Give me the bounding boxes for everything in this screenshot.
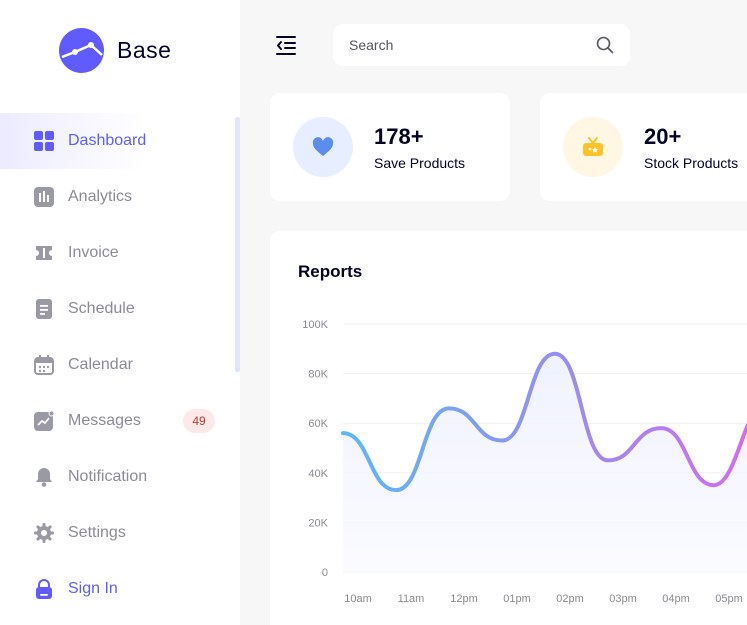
sidebar-item-messages[interactable]: Messages 49 — [0, 393, 240, 449]
data-point — [605, 457, 611, 463]
sidebar-item-label: Dashboard — [68, 132, 147, 149]
y-tick-label: 0 — [322, 567, 328, 579]
chat-chart-icon — [33, 410, 55, 432]
stat-label: Save Products — [374, 154, 466, 171]
data-point — [711, 482, 717, 488]
menu-collapse-icon — [276, 36, 296, 55]
y-tick-label: 100K — [302, 319, 328, 331]
x-tick-label: 12pm — [450, 593, 478, 605]
data-point — [499, 438, 505, 444]
gift-icon — [563, 117, 623, 177]
sidebar-item-label: Settings — [68, 524, 126, 541]
x-tick-label: 05pm — [715, 593, 743, 605]
y-tick-label: 40K — [308, 468, 328, 480]
series-area — [343, 353, 747, 572]
search-bar — [333, 24, 630, 66]
grid-icon — [33, 130, 55, 152]
x-tick-label: 03pm — [609, 593, 637, 605]
x-tick-label: 11am — [398, 593, 425, 605]
sidebar-item-label: Schedule — [68, 300, 135, 317]
sidebar-item-settings[interactable]: Settings — [0, 505, 240, 561]
stat-card-stock-products[interactable]: 20+ Stock Products — [540, 93, 747, 201]
sidebar-scrollbar-thumb[interactable] — [235, 117, 240, 372]
stat-card-save-products[interactable]: 178+ Save Products — [270, 93, 510, 201]
x-tick-label: 01pm — [503, 593, 531, 605]
reports-panel: Reports 100K 80K 60K 40K 20K 0 10am 11am 12pm 01p… — [270, 231, 747, 625]
lock-icon — [33, 578, 55, 600]
stat-value: 178+ — [374, 123, 424, 149]
menu-toggle-button[interactable] — [275, 34, 297, 56]
search-input[interactable] — [349, 37, 596, 53]
sidebar-item-label: Invoice — [68, 244, 119, 261]
sidebar-item-notification[interactable]: Notification — [0, 449, 240, 505]
bar-chart-icon — [33, 186, 55, 208]
sidebar-item-label: Sign In — [68, 580, 118, 597]
sidebar-item-schedule[interactable]: Schedule — [0, 281, 240, 337]
heart-icon — [293, 117, 353, 177]
x-tick-label: 10am — [344, 593, 372, 605]
reports-line-chart[interactable]: 100K 80K 60K 40K 20K 0 10am 11am 12pm 01pm 02pm 03p… — [270, 231, 747, 625]
y-tick-label: 60K — [308, 418, 328, 430]
data-point — [658, 425, 664, 431]
sidebar-item-dashboard[interactable]: Dashboard — [0, 113, 240, 169]
sidebar-item-sign-in[interactable]: Sign In — [0, 561, 240, 617]
document-icon — [33, 298, 55, 320]
sidebar-item-invoice[interactable]: Invoice — [0, 225, 240, 281]
stat-value: 20+ — [644, 123, 682, 149]
sidebar-item-label: Analytics — [68, 188, 133, 205]
sidebar-nav: Dashboard Analytics Invoice Schedule Cal… — [0, 113, 240, 617]
sidebar-item-label: Notification — [68, 468, 148, 485]
stat-label: Stock Products — [644, 154, 739, 171]
gear-icon — [33, 522, 55, 544]
messages-count-badge: 49 — [183, 409, 215, 433]
data-point — [393, 487, 399, 493]
x-tick-label: 02pm — [556, 593, 584, 605]
brand[interactable]: Base — [59, 28, 171, 73]
calendar-icon — [33, 354, 55, 376]
data-point — [446, 405, 452, 411]
brand-name: Base — [117, 37, 172, 63]
data-point — [552, 351, 558, 357]
data-point — [340, 430, 346, 436]
search-icon[interactable] — [596, 36, 614, 54]
bell-icon — [33, 466, 55, 488]
sidebar: Base Dashboard Analytics Invoice Schedul… — [0, 0, 240, 625]
sidebar-item-calendar[interactable]: Calendar — [0, 337, 240, 393]
x-tick-label: 04pm — [662, 593, 690, 605]
sidebar-item-label: Messages — [68, 412, 141, 429]
sidebar-scrollbar[interactable] — [235, 117, 240, 372]
sidebar-item-analytics[interactable]: Analytics — [0, 169, 240, 225]
y-tick-label: 80K — [308, 369, 328, 381]
brand-logo-icon — [59, 28, 104, 73]
y-tick-label: 20K — [308, 517, 328, 529]
ticket-icon — [33, 242, 55, 264]
sidebar-item-label: Calendar — [68, 356, 133, 373]
